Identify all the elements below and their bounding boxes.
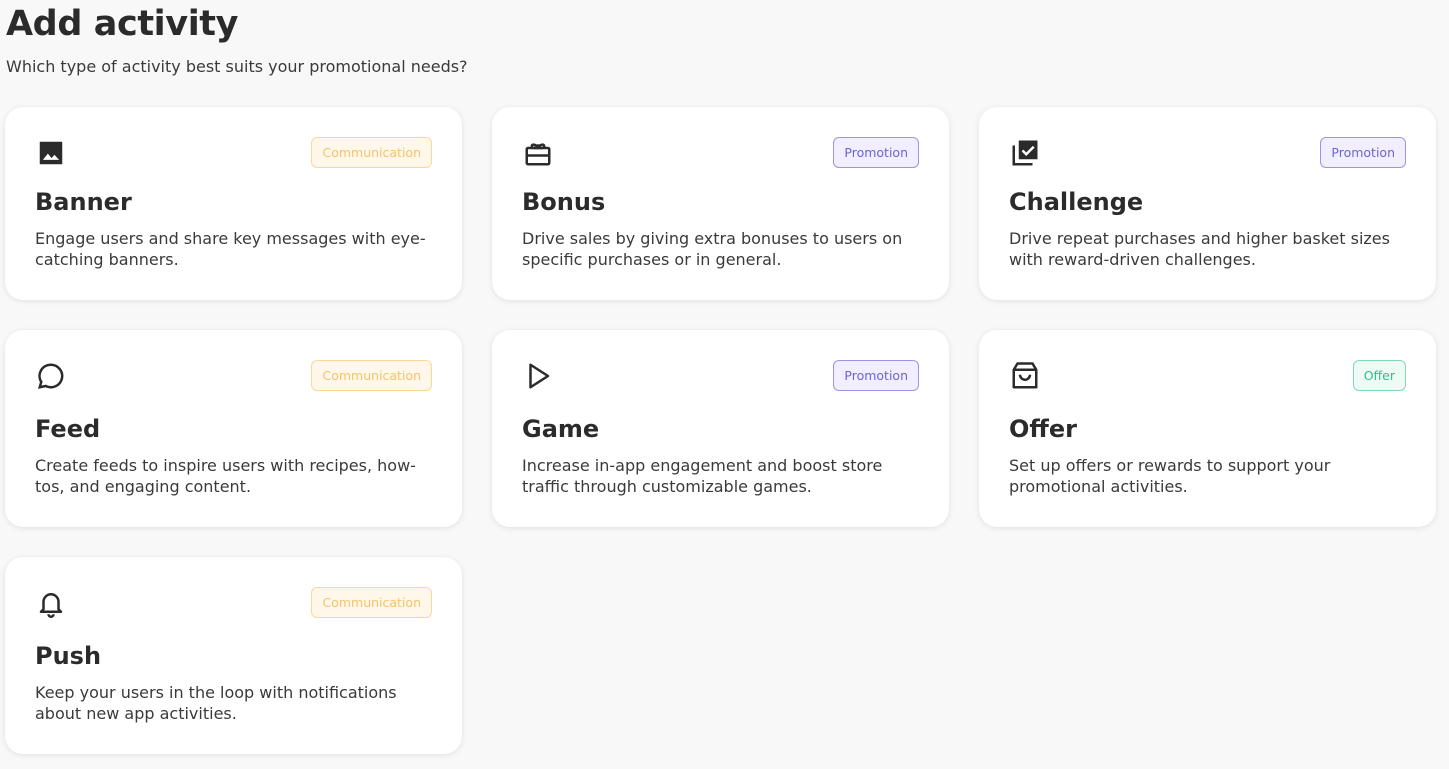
- activity-card-push[interactable]: Communication Push Keep your users in th…: [5, 557, 462, 754]
- activity-card-banner[interactable]: Communication Banner Engage users and sh…: [5, 107, 462, 300]
- card-title: Feed: [35, 415, 101, 443]
- activity-card-bonus[interactable]: Promotion Bonus Drive sales by giving ex…: [492, 107, 949, 300]
- page-subtitle: Which type of activity best suits your p…: [6, 57, 468, 76]
- card-title: Banner: [35, 188, 132, 216]
- card-title: Challenge: [1009, 188, 1144, 216]
- card-title: Offer: [1009, 415, 1077, 443]
- card-description: Create feeds to inspire users with recip…: [35, 456, 416, 496]
- shopping-bag-icon: [1009, 360, 1041, 392]
- image-icon: [35, 137, 67, 169]
- card-description: Drive repeat purchases and higher basket…: [1009, 229, 1390, 269]
- category-badge: Promotion: [833, 360, 919, 391]
- card-title: Game: [522, 415, 600, 443]
- bell-icon: [35, 587, 67, 619]
- card-title: Push: [35, 642, 102, 670]
- activity-card-offer[interactable]: Offer Offer Set up offers or rewards to …: [979, 330, 1436, 527]
- category-badge: Communication: [311, 137, 432, 168]
- activity-card-game[interactable]: Promotion Game Increase in-app engagemen…: [492, 330, 949, 527]
- category-badge: Promotion: [833, 137, 919, 168]
- page-title: Add activity: [6, 4, 239, 44]
- category-badge: Promotion: [1320, 137, 1406, 168]
- card-description: Engage users and share key messages with…: [35, 229, 426, 269]
- card-description: Drive sales by giving extra bonuses to u…: [522, 229, 903, 269]
- category-badge: Communication: [311, 360, 432, 391]
- play-icon: [522, 360, 554, 392]
- activity-grid: Communication Banner Engage users and sh…: [5, 107, 1436, 754]
- category-badge: Communication: [311, 587, 432, 618]
- library-check-icon: [1009, 137, 1041, 169]
- card-title: Bonus: [522, 188, 606, 216]
- card-description: Set up offers or rewards to support your…: [1009, 456, 1331, 496]
- activity-card-challenge[interactable]: Promotion Challenge Drive repeat purchas…: [979, 107, 1436, 300]
- gift-card-icon: [522, 137, 554, 169]
- category-badge: Offer: [1352, 360, 1406, 391]
- card-description: Increase in-app engagement and boost sto…: [522, 456, 883, 496]
- chat-bubble-icon: [35, 360, 67, 392]
- activity-card-feed[interactable]: Communication Feed Create feeds to inspi…: [5, 330, 462, 527]
- add-activity-page: Add activity Which type of activity best…: [0, 0, 1449, 769]
- card-description: Keep your users in the loop with notific…: [35, 683, 397, 723]
